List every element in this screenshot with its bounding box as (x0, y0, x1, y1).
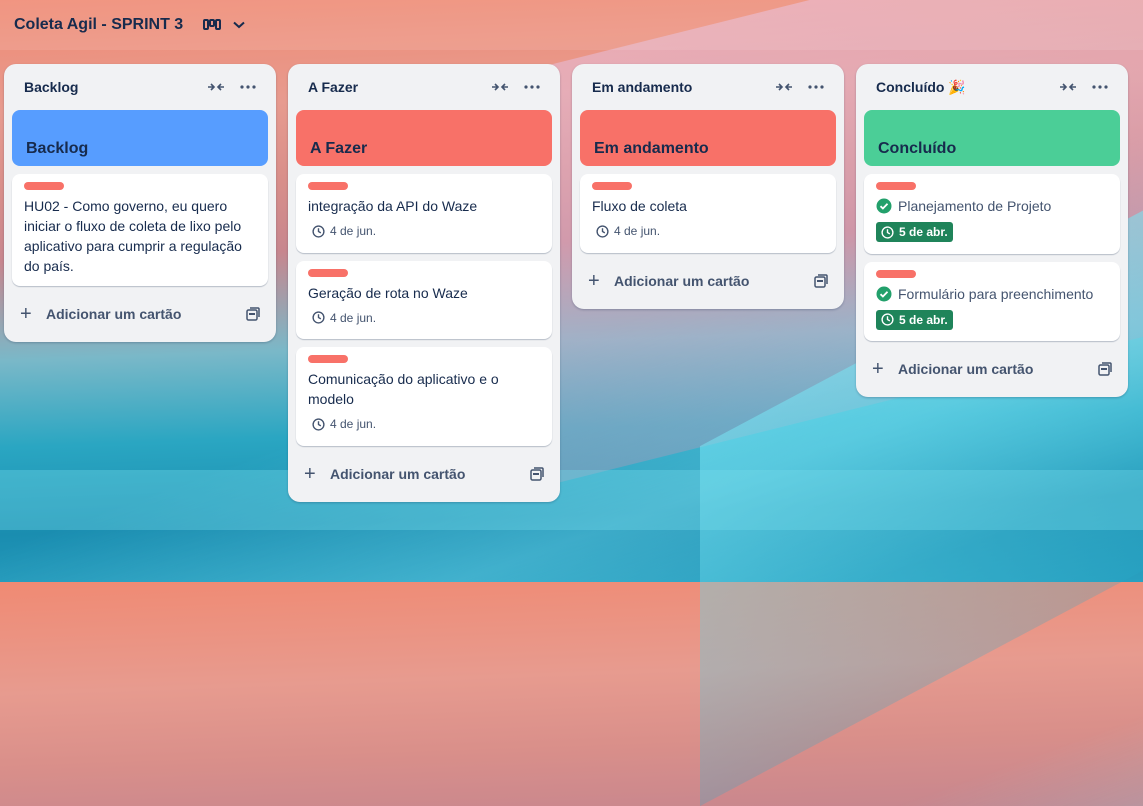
add-card-button[interactable]: Adicionar um cartão (898, 361, 1098, 377)
list-cover-card[interactable]: A Fazer (296, 110, 552, 166)
create-from-template-icon[interactable] (246, 307, 260, 321)
card-title: HU02 - Como governo, eu quero iniciar o … (24, 198, 242, 274)
card-label (24, 182, 64, 190)
card-label (876, 182, 916, 190)
card[interactable]: Fluxo de coleta 4 de jun. (580, 174, 836, 253)
card-title: Formulário para preenchimento (898, 285, 1094, 302)
card-title-row: Formulário para preenchimento (876, 284, 1108, 304)
list-header: Backlog (12, 64, 268, 110)
collapse-icon (208, 83, 224, 91)
card-title: Comunicação do aplicativo e o modelo (308, 371, 499, 407)
plus-icon: + (304, 462, 316, 485)
list-a-fazer: A Fazer A Fazer integração da API do Waz… (288, 64, 560, 502)
collapse-list-button[interactable] (768, 71, 800, 103)
collapse-icon (492, 83, 508, 91)
due-date-badge[interactable]: 4 de jun. (308, 415, 380, 433)
add-card-row: + Adicionar um cartão (12, 294, 268, 334)
card-label (308, 182, 348, 190)
add-card-button[interactable]: Adicionar um cartão (330, 466, 530, 482)
board-title[interactable]: Coleta Agil - SPRINT 3 (14, 16, 183, 34)
due-date-text: 4 de jun. (614, 224, 661, 238)
due-date-text: 4 de jun. (330, 224, 377, 238)
chevron-down-icon (233, 21, 245, 29)
check-circle-icon (876, 286, 892, 301)
list-header: Concluído 🎉 (864, 64, 1120, 110)
board-view-switcher[interactable] (203, 18, 245, 32)
add-card-row: + Adicionar um cartão (580, 261, 836, 301)
list-menu-button[interactable] (800, 71, 832, 103)
create-from-template-icon[interactable] (1098, 362, 1112, 376)
more-icon (808, 85, 824, 89)
due-date-badge[interactable]: 4 de jun. (308, 309, 380, 327)
clock-icon (881, 313, 894, 326)
due-date-text: 5 de abr. (899, 312, 948, 327)
list-menu-button[interactable] (232, 71, 264, 103)
collapse-list-button[interactable] (200, 71, 232, 103)
board-header: Coleta Agil - SPRINT 3 (0, 0, 1143, 50)
more-icon (240, 85, 256, 89)
background-shape (0, 470, 1143, 530)
list-backlog: Backlog Backlog HU02 - Como governo, eu … (4, 64, 276, 342)
card-title-row: Planejamento de Projeto (876, 196, 1108, 216)
card[interactable]: integração da API do Waze 4 de jun. (296, 174, 552, 253)
due-date-badge[interactable]: 4 de jun. (592, 222, 664, 240)
list-title[interactable]: Concluído 🎉 (876, 79, 1052, 96)
list-cover-card[interactable]: Concluído (864, 110, 1120, 166)
card-title: Fluxo de coleta (592, 198, 687, 214)
more-icon (1092, 85, 1108, 89)
due-date-text: 4 de jun. (330, 310, 377, 325)
plus-icon: + (872, 358, 884, 380)
collapse-icon (1060, 83, 1076, 91)
list-cover-card[interactable]: Em andamento (580, 110, 836, 166)
due-date-badge-complete[interactable]: 5 de abr. (876, 222, 953, 242)
collapse-icon (776, 83, 792, 91)
card-title: integração da API do Waze (308, 198, 478, 214)
list-header: A Fazer (296, 64, 552, 110)
due-date-text: 5 de abr. (899, 225, 948, 239)
add-card-row: + Adicionar um cartão (296, 454, 552, 494)
list-cover-card[interactable]: Backlog (12, 110, 268, 166)
due-date-badge[interactable]: 4 de jun. (308, 222, 380, 240)
add-card-row: + Adicionar um cartão (864, 349, 1120, 389)
card-label (592, 182, 632, 190)
list-title[interactable]: Em andamento (592, 79, 768, 95)
create-from-template-icon[interactable] (814, 273, 828, 288)
board-view-icon (203, 18, 222, 32)
more-icon (524, 85, 540, 89)
card[interactable]: Planejamento de Projeto 5 de abr. (864, 174, 1120, 254)
plus-icon: + (588, 269, 600, 292)
clock-icon (312, 311, 325, 324)
card-label (876, 269, 916, 278)
clock-icon (596, 224, 609, 238)
add-card-button[interactable]: Adicionar um cartão (614, 273, 814, 289)
card-label (308, 355, 348, 363)
add-card-button[interactable]: Adicionar um cartão (46, 306, 246, 322)
card[interactable]: HU02 - Como governo, eu quero iniciar o … (12, 174, 268, 286)
due-date-badge-complete[interactable]: 5 de abr. (876, 309, 953, 330)
list-menu-button[interactable] (516, 71, 548, 103)
card-label (308, 268, 348, 277)
clock-icon (881, 225, 894, 239)
collapse-list-button[interactable] (1052, 71, 1084, 103)
collapse-list-button[interactable] (484, 71, 516, 103)
due-date-text: 4 de jun. (330, 417, 377, 431)
plus-icon: + (20, 303, 32, 325)
list-title[interactable]: Backlog (24, 79, 200, 95)
card[interactable]: Formulário para preenchimento 5 de abr. (864, 261, 1120, 341)
card[interactable]: Geração de rota no Waze 4 de jun. (296, 260, 552, 339)
clock-icon (312, 224, 325, 238)
list-em-andamento: Em andamento Em andamento Fluxo de colet… (572, 64, 844, 309)
clock-icon (312, 417, 325, 431)
check-circle-icon (876, 198, 892, 214)
list-concluido: Concluído 🎉 Concluído Planejamento de Pr… (856, 64, 1128, 397)
list-title[interactable]: A Fazer (308, 79, 484, 95)
card[interactable]: Comunicação do aplicativo e o modelo 4 d… (296, 347, 552, 446)
list-menu-button[interactable] (1084, 71, 1116, 103)
list-header: Em andamento (580, 64, 836, 110)
create-from-template-icon[interactable] (530, 466, 544, 481)
card-title: Geração de rota no Waze (308, 284, 468, 301)
card-title: Planejamento de Projeto (898, 198, 1052, 214)
